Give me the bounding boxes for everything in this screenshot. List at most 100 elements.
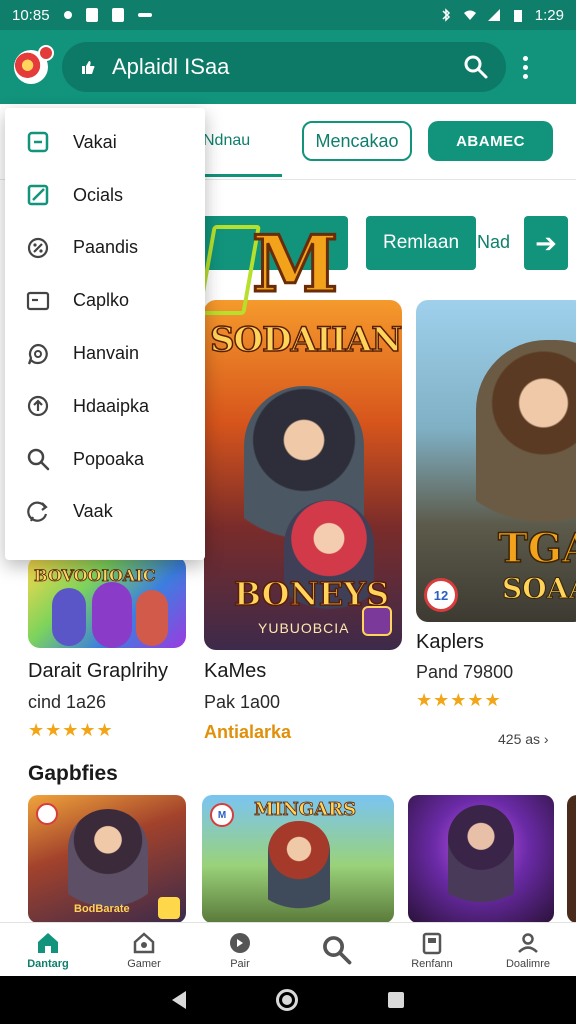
game-name-center[interactable]: KaMes [204,660,266,683]
nav-item-pair[interactable]: Pair [192,923,288,976]
bottom-navigation: Dantarg Gamer Pair Renfann Doalimre [0,922,576,976]
nav-label: Dantarg [27,957,69,970]
next-arrow-button[interactable]: ➔ [524,216,568,270]
section-title: Gapbfies [28,762,118,785]
featured-card-center[interactable]: SODAIIAN BONEYS YUBUOBCIA [204,300,402,650]
menu-item-popoaka[interactable]: Popoaka [5,433,205,486]
character-art [268,821,330,921]
menu-item-label: Vakai [73,131,117,152]
game-sub-left: cind 1a26 [28,692,107,712]
menu-item-hdaaipka[interactable]: Hdaaipka [5,380,205,433]
game-name-right[interactable]: Kaplers [416,631,484,654]
refresh-chat-icon [27,501,48,522]
rating-stars-right: ★★★★★ [416,690,502,710]
menu-item-label: Paandis [73,237,139,258]
notification-dash-icon [137,13,152,17]
featured-card-right[interactable]: TGA SOAAN 12 [416,300,576,622]
nav-label: Renfann [411,957,453,970]
menu-item-label: Ocials [73,184,124,205]
game-thumbnail[interactable] [408,795,554,923]
status-time-right: 1:29 [534,6,564,24]
tab-mencakao[interactable]: Mencakao [302,121,412,161]
thumb-icon [82,61,95,74]
game-tag-center: Antialarka [204,722,292,742]
chat-icon [27,343,48,365]
nav-item-renfann[interactable]: Renfann [384,923,480,976]
game-name-left[interactable]: Darait Graplrihy [28,660,168,683]
featured-logo-letter: M [250,219,339,310]
nav-label: Pair [230,957,250,970]
menu-item-hanvain[interactable]: Hanvain [5,327,205,380]
age-badge: 12 [424,578,458,612]
dropdown-menu: Vakai Ocials Paandis Caplko Hanvain Hdaa… [5,108,205,560]
pair-icon [230,932,250,953]
menu-item-label: Popoaka [73,448,145,469]
back-icon[interactable] [172,991,186,1009]
card-big-text: TGA [497,524,576,573]
games-icon [133,931,155,953]
tab-indicator [200,174,282,177]
nav-item-home[interactable]: Dantarg [0,923,96,976]
mini-app-icon [362,606,392,636]
home-button-icon[interactable] [276,989,298,1011]
menu-item-label: Hdaaipka [73,395,150,416]
upload-icon [27,396,49,417]
menu-item-label: Hanvain [73,343,140,364]
character-art [448,805,514,917]
mini-app-icon [158,897,180,919]
tab-ndnau[interactable]: Ndnau [203,132,250,150]
menu-item-vaak[interactable]: Vaak [5,486,205,539]
status-bar: 10:85 1:29 [0,0,576,30]
app-bar: Aplaidl ISaa [0,30,576,104]
character-art [136,590,168,646]
card-title: SODAIIAN [209,319,402,361]
game-sub-right: Pand 79800 [416,662,514,682]
card-icon [26,291,50,310]
game-sub-center: Pak 1a00 [204,692,281,712]
status-time-left: 10:85 [12,6,50,24]
rating-stars-left: ★★★★★ [28,720,114,740]
search-icon [323,935,352,964]
game-thumbnail[interactable]: BodBarate [28,795,186,923]
menu-item-label: Caplko [73,290,130,311]
home-icon [38,932,58,953]
recents-icon[interactable] [388,992,404,1008]
search-icon [27,448,50,471]
more-link[interactable]: 425 as › [498,731,549,747]
notification-icon [85,8,98,22]
app-badge-icon [36,803,58,825]
menu-item-caplko[interactable]: Caplko [5,274,205,327]
nav-item-profile[interactable]: Doalimre [480,923,576,976]
clipboard-icon [422,932,442,954]
percent-icon [27,237,49,259]
nav-item-games[interactable]: Gamer [96,923,192,976]
menu-item-label: Vaak [73,501,113,522]
menu-item-paandis[interactable]: Paandis [5,222,205,275]
game-thumbnail-partial[interactable] [567,795,576,923]
battery-icon [513,10,522,22]
nav-label: Doalimre [505,957,550,970]
signal-icon [487,9,500,21]
featured-card-left[interactable]: BOVOOIOAIC [28,556,186,648]
app-badge-icon: M [210,803,234,827]
search-icon[interactable] [462,53,490,81]
app-logo[interactable] [14,45,54,84]
character-art [52,588,86,646]
nav-item-search[interactable] [288,923,384,976]
tab-abamec[interactable]: ABAMEC [428,121,553,161]
card-title: BOVOOIOAIC [34,566,156,586]
game-thumbnail[interactable]: M MINGARS [202,795,394,923]
notification-badge [38,45,54,61]
menu-item-ocials[interactable]: Ocials [5,169,205,222]
thumbnail-caption: BodBarate [74,903,130,915]
status-icon [63,11,72,19]
search-bar[interactable]: Aplaidl ISaa [62,42,506,92]
menu-item-vakai[interactable]: Vakai [5,116,205,169]
remlaan-button[interactable]: Remlaan [366,216,476,270]
card-subtitle: YUBUOBCIA [258,620,350,636]
square-icon [27,132,49,153]
clipboard-icon [111,8,124,22]
nav-label: Gamer [127,957,161,970]
overflow-menu-icon[interactable] [518,55,532,79]
card-sub-text: SOAAN [502,572,576,606]
